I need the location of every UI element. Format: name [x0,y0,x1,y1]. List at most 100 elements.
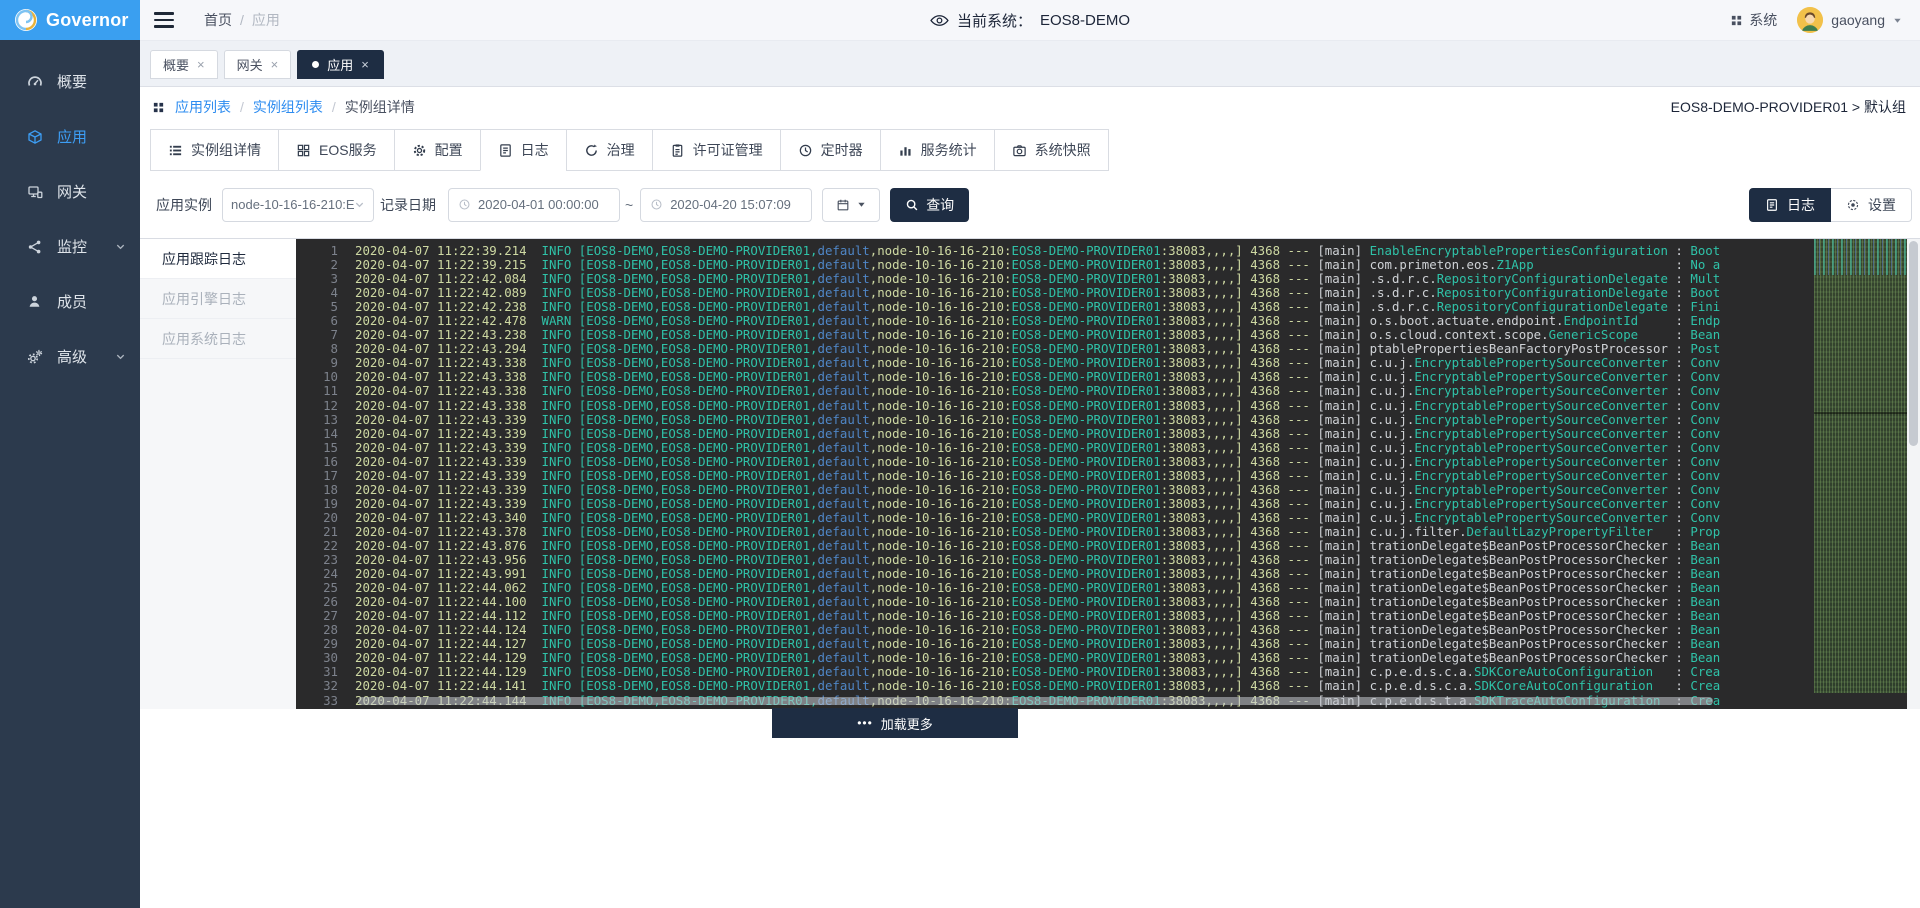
log-line: 282020-04-07 11:22:44.124 INFO [EOS8-DEM… [296,623,1920,637]
log-nav-label: 应用跟踪日志 [162,249,246,269]
log-nav-system[interactable]: 应用系统日志 [140,319,296,359]
sidebar-item-app[interactable]: 应用 [0,109,140,164]
brand[interactable]: Governor [0,0,140,40]
open-tab-label: 概要 [163,55,189,74]
log-line: 52020-04-07 11:22:42.238 INFO [EOS8-DEMO… [296,300,1920,314]
horizontal-scrollbar[interactable] [358,697,1713,705]
user-name: gaoyang [1831,12,1885,28]
sidebar-item-overview[interactable]: 概要 [0,54,140,109]
open-tab-应用[interactable]: 应用× [297,50,384,79]
sidebar-item-gateway[interactable]: 网关 [0,164,140,219]
toolbar-tab-eos-service[interactable]: EOS服务 [278,129,395,171]
current-system: 当前系统：EOS8-DEMO [930,10,1130,31]
toolbar-tab-license[interactable]: 许可证管理 [652,129,781,171]
page-breadcrumb-item[interactable]: 应用列表 [175,99,231,115]
sidebar-item-label: 概要 [57,71,87,92]
log-line: 222020-04-07 11:22:43.876 INFO [EOS8-DEM… [296,539,1920,553]
query-button-label: 查询 [926,195,954,215]
license-icon [670,143,685,158]
sidebar-item-label: 成员 [57,291,87,312]
settings-target-icon [1846,198,1860,212]
sidebar-item-advanced[interactable]: 高级 [0,329,140,384]
log-line: 322020-04-07 11:22:44.141 INFO [EOS8-DEM… [296,679,1920,693]
log-line-number: 9 [296,356,338,370]
sidebar-item-monitor[interactable]: 监控 [0,219,140,274]
log-line-number: 19 [296,497,338,511]
toolbar-tab-govern[interactable]: 治理 [566,129,653,171]
instance-select[interactable]: node-10-16-16-210:EC [222,188,374,222]
gateway-icon [26,184,43,200]
toolbar-tab-timer[interactable]: 定时器 [780,129,881,171]
breadcrumb-home[interactable]: 首页 [204,10,232,30]
open-tab-概要[interactable]: 概要 × [150,50,218,79]
log-line-number: 12 [296,399,338,413]
open-tab-网关[interactable]: 网关× [224,50,292,79]
toolbar-tab-label: 实例组详情 [191,140,261,160]
load-more-button[interactable]: ••• 加载更多 [772,708,1018,738]
log-line: 162020-04-07 11:22:43.339 INFO [EOS8-DEM… [296,455,1920,469]
date-from-input[interactable]: 2020-04-01 00:00:00 [448,188,620,222]
brand-name: Governor [46,10,129,31]
log-viewer[interactable]: 12020-04-07 11:22:39.214 INFO [EOS8-DEMO… [296,239,1920,709]
log-line: 182020-04-07 11:22:43.339 INFO [EOS8-DEM… [296,483,1920,497]
settings-button[interactable]: 设置 [1831,188,1912,222]
log-line: 72020-04-07 11:22:43.238 INFO [EOS8-DEMO… [296,328,1920,342]
current-system-value: EOS8-DEMO [1040,12,1130,29]
breadcrumb-separator: / [240,12,244,28]
log-line-number: 32 [296,679,338,693]
toolbar-tab-instance-group-detail[interactable]: 实例组详情 [150,129,279,171]
log-line: 172020-04-07 11:22:43.339 INFO [EOS8-DEM… [296,469,1920,483]
sidebar-nav: 概要应用网关监控成员高级 [0,54,140,384]
log-line-number: 33 [296,694,338,708]
page-breadcrumb-item[interactable]: 实例组列表 [253,99,323,115]
user-menu[interactable]: gaoyang [1797,7,1902,33]
sidebar-item-label: 监控 [57,236,87,257]
log-line: 92020-04-07 11:22:43.338 INFO [EOS8-DEMO… [296,356,1920,370]
toolbar-tab-log[interactable]: 日志 [480,129,567,171]
log-line: 272020-04-07 11:22:44.112 INFO [EOS8-DEM… [296,609,1920,623]
toolbar-tab-config[interactable]: 配置 [394,129,481,171]
date-range-separator: ~ [625,197,633,213]
page-breadcrumb-bar: 应用列表/实例组列表/实例组详情 EOS8-DEMO-PROVIDER01 > … [140,87,1920,127]
sidebar-item-label: 高级 [57,346,87,367]
hamburger-menu-icon[interactable] [154,10,178,30]
log-nav-trace[interactable]: 应用跟踪日志 [140,239,296,279]
chevron-down-icon [354,199,365,210]
log-line-number: 28 [296,623,338,637]
log-nav-label: 应用引擎日志 [162,289,246,309]
instance-group-context: EOS8-DEMO-PROVIDER01 > 默认组 [1671,97,1906,117]
grid-apps-icon [1730,14,1743,27]
log-line-number: 27 [296,609,338,623]
close-icon[interactable]: × [271,58,279,71]
app-root: Governor 概要应用网关监控成员高级 首页 / 应用 当前系统：EOS8-… [0,0,1920,908]
log-line-number: 26 [296,595,338,609]
govern-icon [584,143,599,158]
calendar-preset-button[interactable] [822,188,880,222]
toolbar-tab-label: 服务统计 [921,140,977,160]
log-nav-engine[interactable]: 应用引擎日志 [140,279,296,319]
vertical-scrollbar[interactable] [1907,239,1920,709]
close-icon[interactable]: × [197,58,205,71]
log-line-number: 30 [296,651,338,665]
view-toggle-group: 日志 设置 [1749,188,1912,222]
vertical-scrollbar-thumb[interactable] [1909,241,1918,446]
log-line: 292020-04-07 11:22:44.127 INFO [EOS8-DEM… [296,637,1920,651]
sidebar-item-member[interactable]: 成员 [0,274,140,329]
calendar-icon [836,198,850,212]
query-button[interactable]: 查询 [890,188,969,222]
toolbar-tab-label: EOS服务 [319,140,377,160]
caret-down-icon [1893,16,1902,25]
close-icon[interactable]: × [361,58,369,71]
minimap[interactable] [1814,239,1907,693]
toolbar-tab-snapshot[interactable]: 系统快照 [994,129,1109,171]
log-line-number: 31 [296,665,338,679]
list-icon [168,143,183,158]
date-filter-label: 记录日期 [380,195,436,215]
toolbar-tab-service-stats[interactable]: 服务统计 [880,129,995,171]
log-view-button[interactable]: 日志 [1749,188,1831,222]
system-menu[interactable]: 系统 [1730,10,1777,30]
log-section: 应用跟踪日志应用引擎日志应用系统日志 12020-04-07 11:22:39.… [140,239,1920,709]
log-line-number: 5 [296,300,338,314]
log-line: 302020-04-07 11:22:44.129 INFO [EOS8-DEM… [296,651,1920,665]
date-to-input[interactable]: 2020-04-20 15:07:09 [640,188,812,222]
